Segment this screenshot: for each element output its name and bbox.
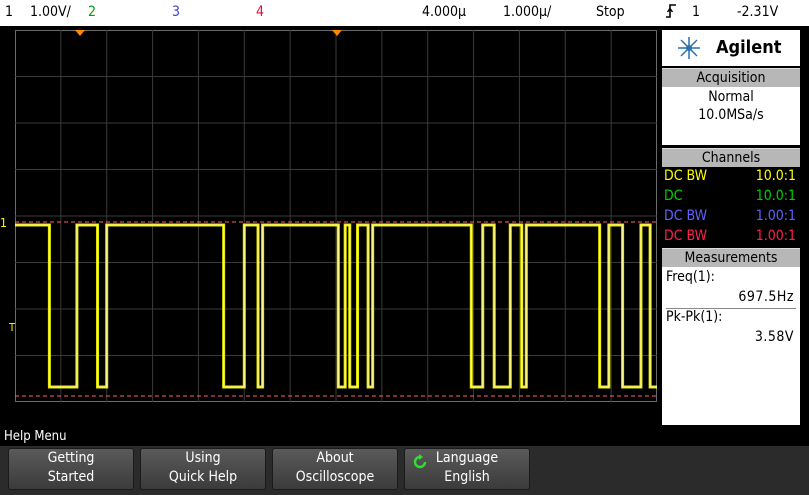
- ch3-number[interactable]: 3: [172, 4, 180, 20]
- freq-value: 697.5Hz: [738, 289, 794, 305]
- brand-name: Agilent: [716, 37, 782, 58]
- channels-header[interactable]: Channels: [662, 148, 800, 167]
- run-state[interactable]: Stop: [596, 4, 625, 20]
- pkpk-label: Pk-Pk(1):: [666, 309, 723, 325]
- help-menu-label: Help Menu: [4, 429, 67, 444]
- softkey-line1: Using: [185, 450, 221, 466]
- ch1-probe: 10.0:1: [755, 168, 796, 184]
- ch4-number[interactable]: 4: [256, 4, 264, 20]
- side-panel: Agilent Acquisition Normal 10.0MSa/s Cha…: [660, 26, 809, 428]
- getting-started-button[interactable]: Getting Started: [8, 448, 134, 490]
- ch1-ground-marker[interactable]: 1: [0, 216, 7, 230]
- channels-title: Channels: [701, 150, 761, 166]
- waveform-display[interactable]: 1 T: [0, 26, 660, 428]
- pkpk-value: 3.58V: [754, 329, 794, 345]
- freq-label: Freq(1):: [666, 269, 715, 285]
- channel-row-2[interactable]: DC 10.0:1: [662, 187, 800, 207]
- trigger-source[interactable]: 1: [692, 4, 700, 20]
- softkey-bar: Getting Started Using Quick Help About O…: [0, 446, 809, 495]
- trigger-edge-icon: [665, 3, 677, 23]
- softkey-line2: Oscilloscope: [295, 469, 375, 485]
- ch2-number[interactable]: 2: [88, 4, 96, 20]
- trigger-level-marker[interactable]: T: [9, 321, 15, 334]
- channel-row-3[interactable]: DC BW 1.00:1: [662, 207, 800, 227]
- status-bar: 1 1.00V/ 2 3 4 4.000µ 1.000µ/ Stop 1 -2.…: [0, 0, 809, 26]
- channel-row-4[interactable]: DC BW 1.00:1: [662, 227, 800, 247]
- ch4-coupling: DC BW: [664, 228, 708, 244]
- acquisition-rate: 10.0MSa/s: [698, 107, 764, 123]
- trigger-level[interactable]: -2.31V: [737, 4, 778, 20]
- softkey-line2: Quick Help: [168, 469, 238, 485]
- ch2-coupling: DC: [664, 188, 683, 204]
- help-menu-bar: Help Menu: [0, 428, 809, 446]
- time-scale[interactable]: 1.000µ/: [503, 4, 551, 20]
- time-delay[interactable]: 4.000µ: [422, 4, 466, 20]
- measurements-box: Freq(1): 697.5Hz Pk-Pk(1): 3.58V: [662, 267, 800, 349]
- ch3-probe: 1.00:1: [755, 208, 796, 224]
- softkey-line1: About: [316, 450, 354, 466]
- measurements-header[interactable]: Measurements: [662, 248, 800, 267]
- channel-row-1[interactable]: DC BW 10.0:1: [662, 167, 800, 187]
- acquisition-title: Acquisition: [696, 70, 766, 86]
- ch1-coupling: DC BW: [664, 168, 708, 184]
- brand-box: Agilent: [662, 30, 800, 66]
- ch1-scale[interactable]: 1.00V/: [30, 4, 71, 20]
- ch2-probe: 10.0:1: [755, 188, 796, 204]
- graticule: [15, 30, 657, 402]
- acquisition-box: Normal 10.0MSa/s: [662, 87, 800, 145]
- ch3-coupling: DC BW: [664, 208, 708, 224]
- ch1-number[interactable]: 1: [5, 4, 13, 20]
- cycle-arrow-icon: [413, 454, 427, 469]
- softkey-line1: Getting: [47, 450, 95, 466]
- measurements-title: Measurements: [684, 250, 778, 266]
- acquisition-mode: Normal: [708, 89, 754, 105]
- about-oscilloscope-button[interactable]: About Oscilloscope: [272, 448, 398, 490]
- using-quick-help-button[interactable]: Using Quick Help: [140, 448, 266, 490]
- ch4-probe: 1.00:1: [755, 228, 796, 244]
- agilent-spark-icon: [678, 37, 700, 59]
- empty-panel-area: [662, 349, 800, 425]
- softkey-line2: Started: [47, 469, 95, 485]
- language-button[interactable]: Language English: [404, 448, 530, 490]
- acquisition-header[interactable]: Acquisition: [662, 68, 800, 87]
